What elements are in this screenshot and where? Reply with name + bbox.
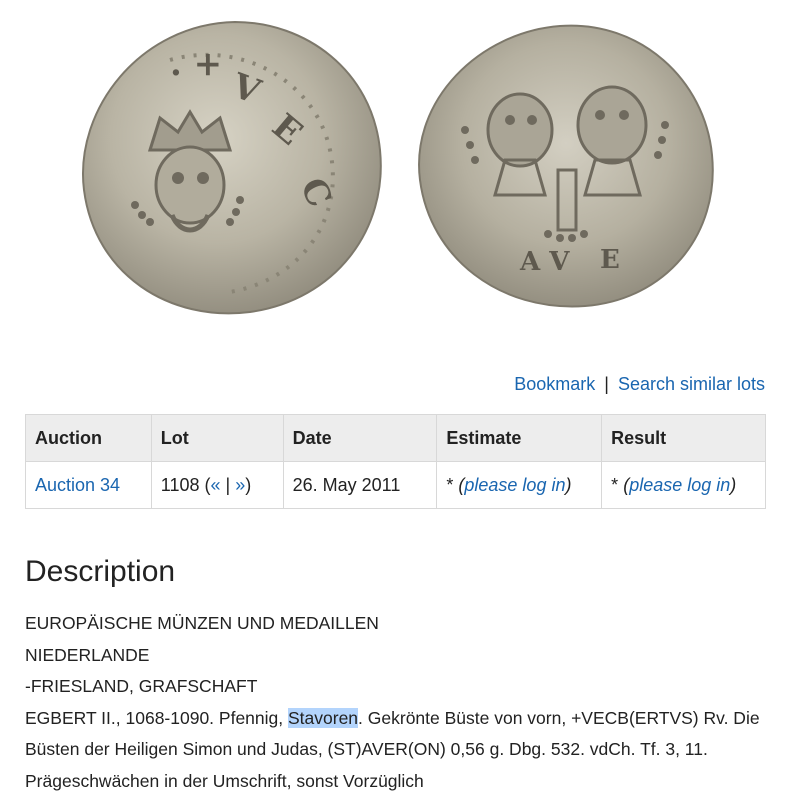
header-estimate: Estimate <box>437 415 602 462</box>
auction-link[interactable]: Auction 34 <box>35 475 120 495</box>
description-text-pre: EGBERT II., 1068-1090. Pfennig, <box>25 708 288 728</box>
lot-number: 1108 <box>161 475 200 495</box>
svg-text:. +: . + <box>170 44 222 84</box>
table-row: Auction 34 1108 (« | ») 26. May 2011 * (… <box>26 462 766 509</box>
cell-lot: 1108 (« | ») <box>151 462 283 509</box>
description-line-category: EUROPÄISCHE MÜNZEN UND MEDAILLEN <box>25 608 785 640</box>
header-auction: Auction <box>26 415 152 462</box>
table-header-row: Auction Lot Date Estimate Result <box>26 415 766 462</box>
description-line-country: NIEDERLANDE <box>25 640 785 672</box>
cell-auction: Auction 34 <box>26 462 152 509</box>
lot-action-links: Bookmark | Search similar lots <box>514 372 765 396</box>
description-line-details: EGBERT II., 1068-1090. Pfennig, Stavoren… <box>25 703 785 797</box>
link-separator: | <box>604 374 609 394</box>
header-lot: Lot <box>151 415 283 462</box>
bookmark-link[interactable]: Bookmark <box>514 374 595 394</box>
description-line-region: -FRIESLAND, GRAFSCHAFT <box>25 671 785 703</box>
coin-image-svg: . + V E C <box>0 0 800 330</box>
estimate-star: * <box>446 475 453 495</box>
cell-estimate: * (please log in) <box>437 462 602 509</box>
lot-nav-separator: | <box>221 475 236 495</box>
svg-text:A V: A V <box>519 247 570 277</box>
header-date: Date <box>283 415 437 462</box>
highlighted-text: Stavoren <box>288 708 358 728</box>
cell-result: * (please log in) <box>602 462 766 509</box>
coin-images: . + V E C <box>0 0 800 330</box>
auction-lot-table: Auction Lot Date Estimate Result Auction… <box>25 414 766 509</box>
description-body: EUROPÄISCHE MÜNZEN UND MEDAILLEN NIEDERL… <box>25 608 785 797</box>
coin-reverse-image: A V E <box>419 26 713 307</box>
coin-obverse-image: . + V E C <box>83 22 381 313</box>
header-result: Result <box>602 415 766 462</box>
svg-text:E: E <box>600 245 620 275</box>
description-heading: Description <box>25 555 175 589</box>
estimate-login-link[interactable]: please log in <box>464 475 565 495</box>
result-star: * <box>611 475 618 495</box>
lot-nav-close: ) <box>245 475 251 495</box>
result-login-link[interactable]: please log in <box>629 475 730 495</box>
next-lot-link[interactable]: » <box>235 475 245 495</box>
previous-lot-link[interactable]: « <box>211 475 221 495</box>
search-similar-lots-link[interactable]: Search similar lots <box>618 374 765 394</box>
cell-date: 26. May 2011 <box>283 462 437 509</box>
